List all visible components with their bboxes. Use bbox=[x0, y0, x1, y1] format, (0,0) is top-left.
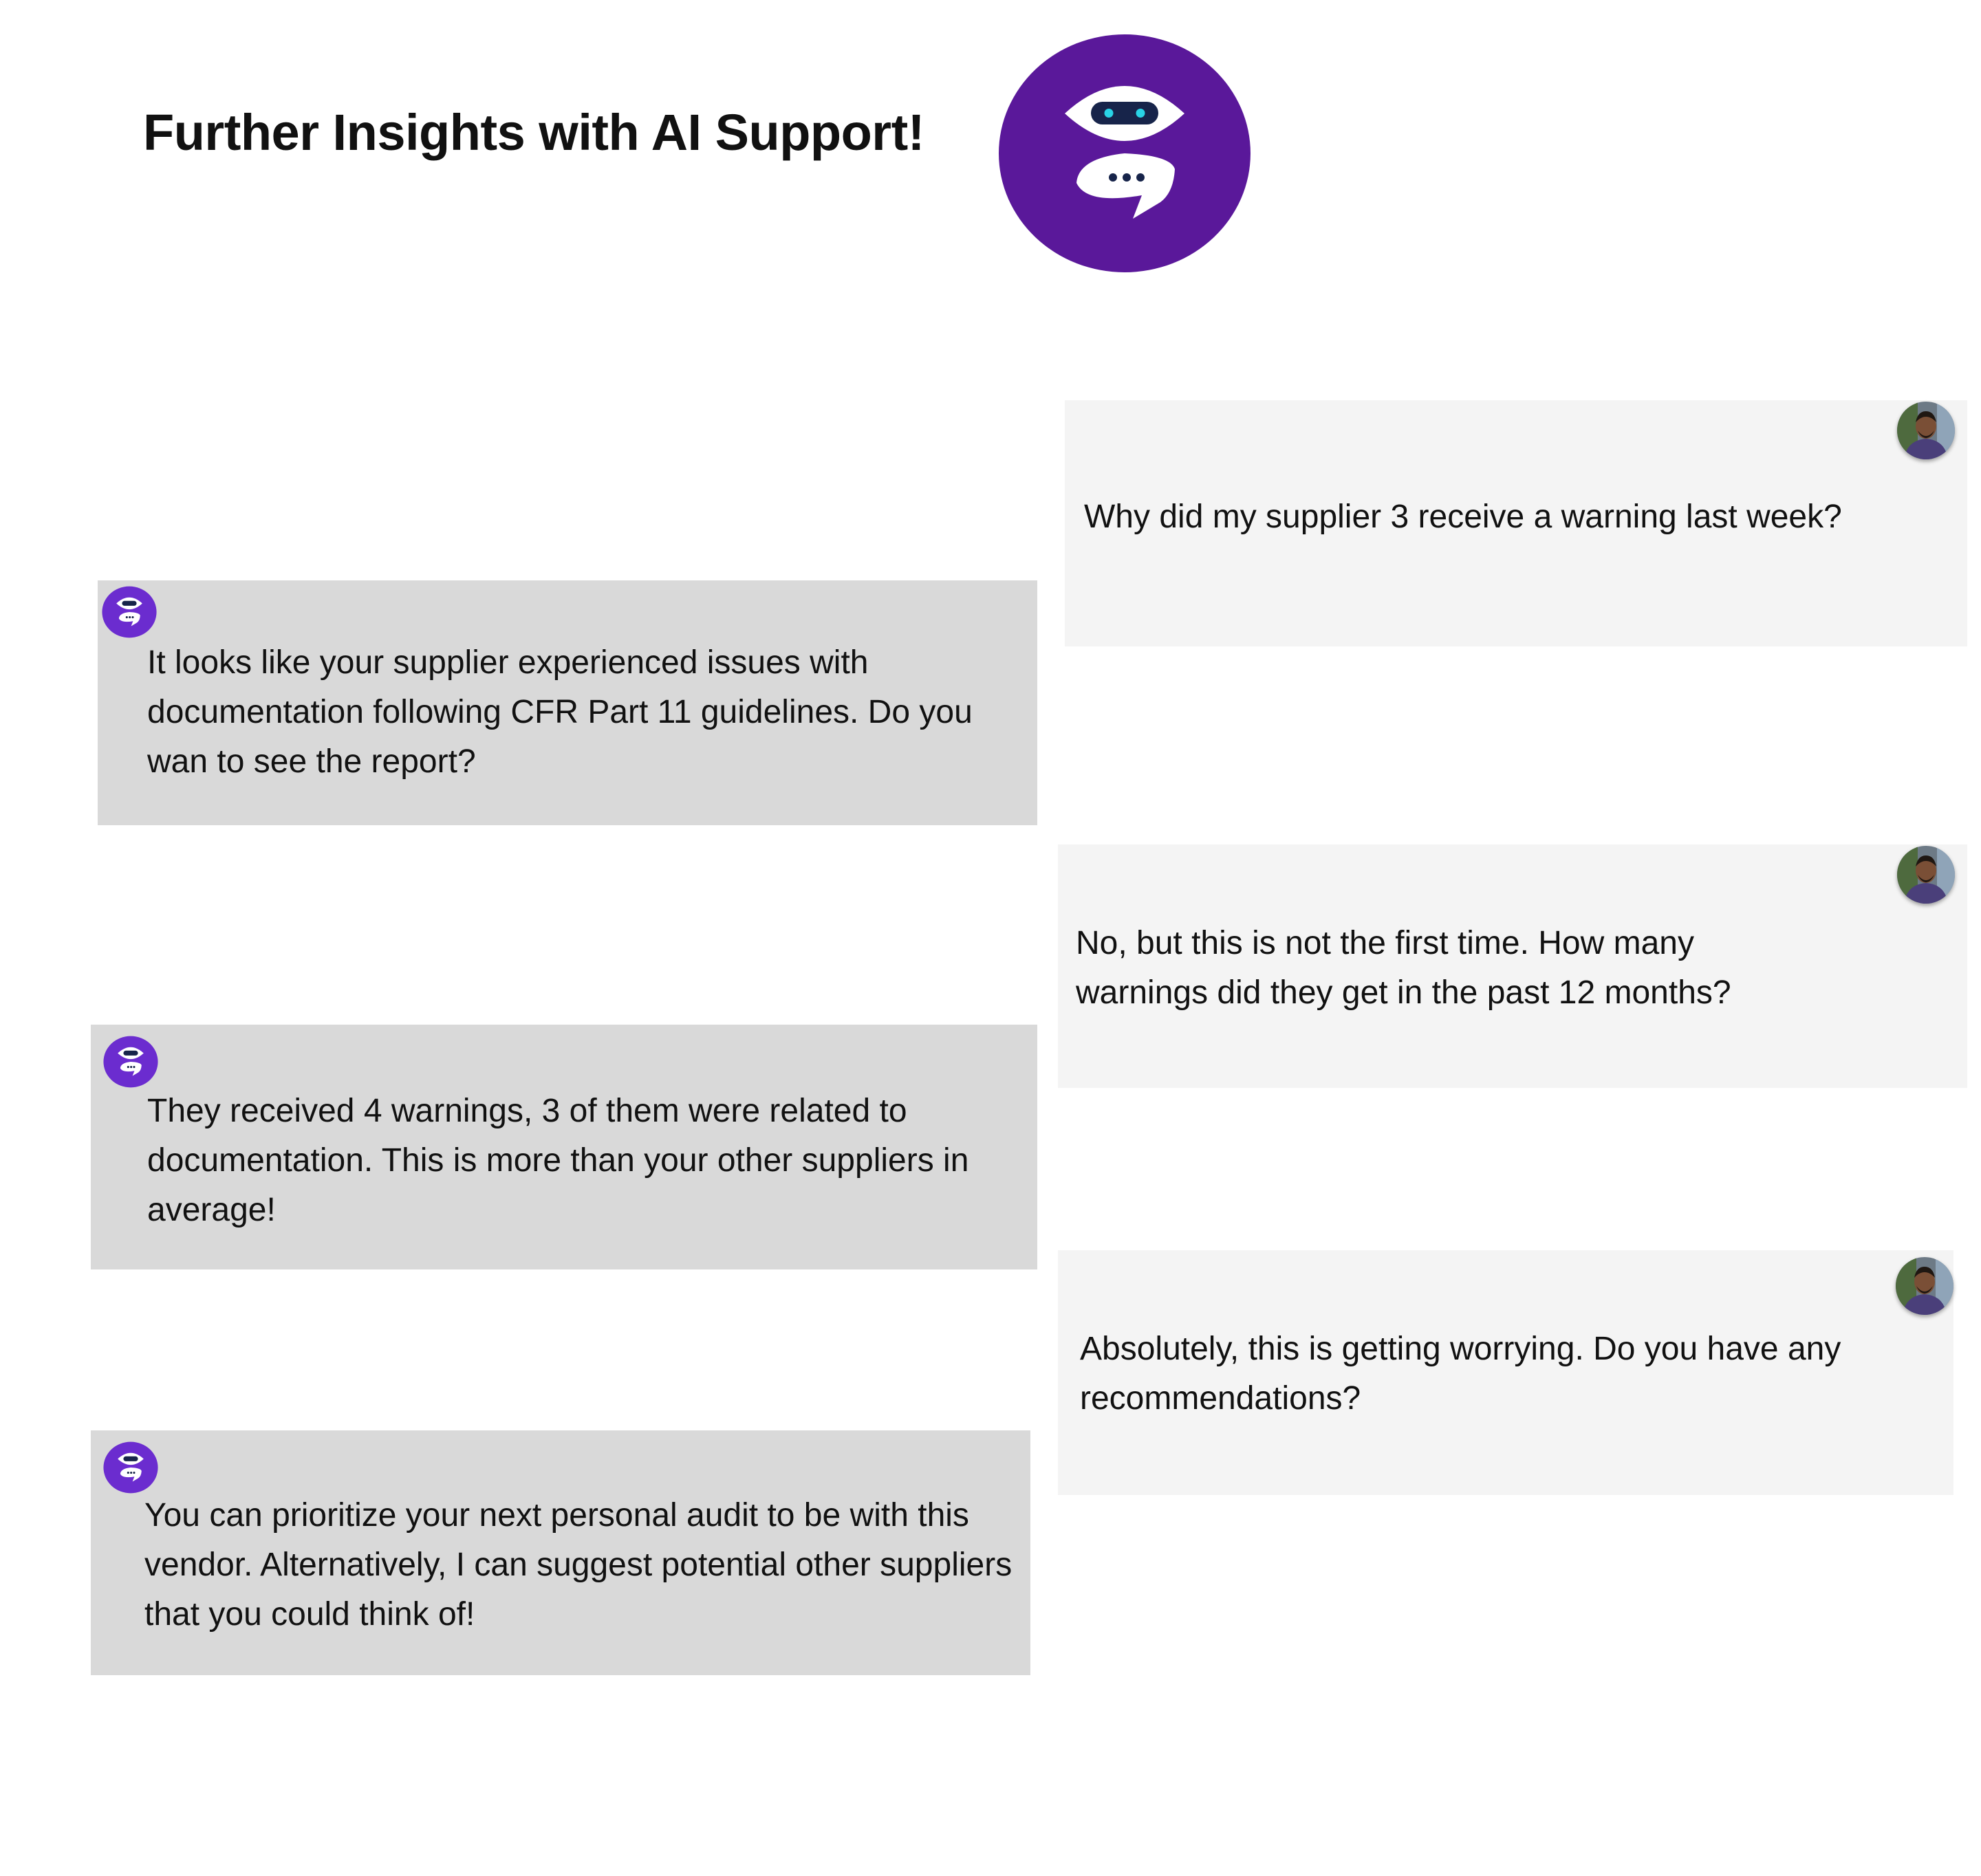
user-message: Absolutely, this is getting worrying. Do… bbox=[1058, 1250, 1953, 1495]
page-title: Further Insights with AI Support! bbox=[143, 104, 924, 161]
chatbot-avatar-icon bbox=[103, 1034, 158, 1089]
user-message-text: No, but this is not the first time. How … bbox=[1076, 925, 1731, 1011]
assistant-message-text: It looks like your supplier experienced … bbox=[147, 644, 973, 780]
assistant-message-text: You can prioritize your next personal au… bbox=[144, 1497, 1013, 1633]
user-message: No, but this is not the first time. How … bbox=[1058, 844, 1967, 1088]
user-message: Why did my supplier 3 receive a warning … bbox=[1065, 400, 1967, 646]
assistant-message: They received 4 warnings, 3 of them were… bbox=[91, 1025, 1037, 1269]
user-message-text: Absolutely, this is getting worrying. Do… bbox=[1080, 1331, 1841, 1417]
assistant-message: You can prioritize your next personal au… bbox=[91, 1430, 1030, 1675]
chatbot-avatar-icon bbox=[102, 585, 157, 640]
assistant-message-text: They received 4 warnings, 3 of them were… bbox=[147, 1093, 969, 1228]
user-avatar-icon bbox=[1897, 402, 1955, 459]
chatbot-avatar-icon bbox=[103, 1440, 158, 1495]
chatbot-logo-icon bbox=[997, 33, 1252, 274]
user-avatar-icon bbox=[1897, 846, 1955, 904]
user-avatar-icon bbox=[1896, 1257, 1953, 1315]
assistant-message: It looks like your supplier experienced … bbox=[98, 580, 1037, 825]
user-message-text: Why did my supplier 3 receive a warning … bbox=[1084, 499, 1842, 535]
